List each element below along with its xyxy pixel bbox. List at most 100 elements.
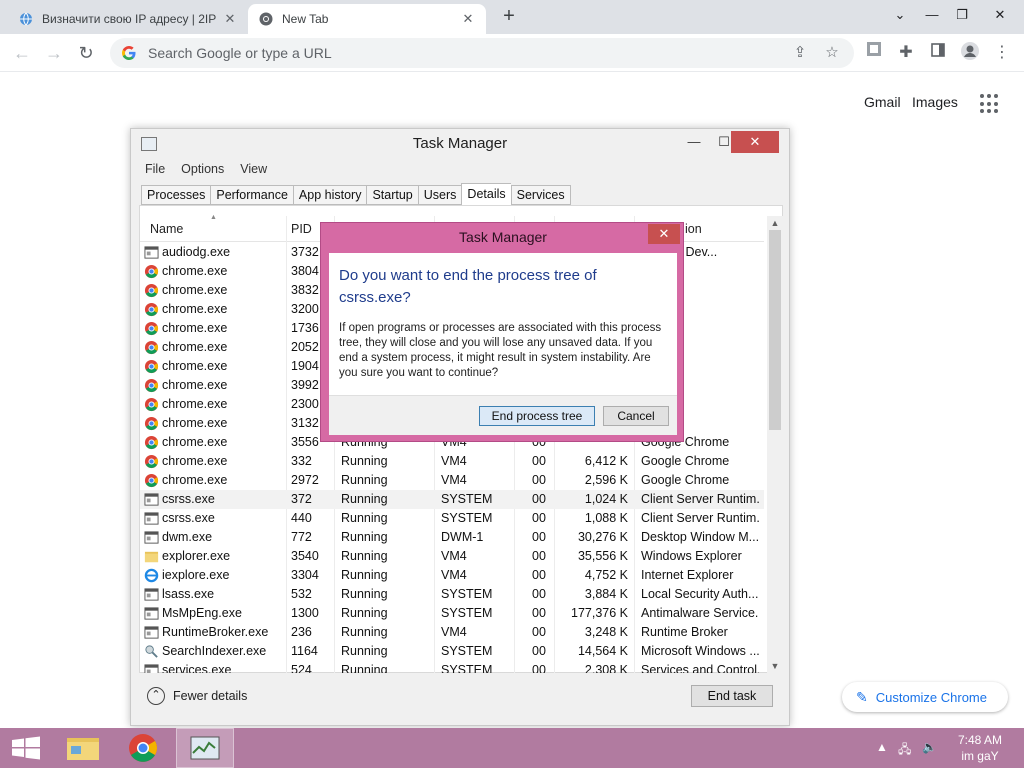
- tab-performance[interactable]: Performance: [210, 185, 293, 205]
- extension-icon[interactable]: [862, 41, 886, 65]
- volume-icon[interactable]: 🔈: [922, 740, 937, 754]
- table-row[interactable]: MsMpEng.exe 1300 Running SYSTEM 00 177,376 K A…: [140, 604, 764, 623]
- chrome-icon: [258, 11, 274, 27]
- process-memory: 2,596 K: [584, 473, 628, 487]
- process-name: chrome.exe: [162, 321, 228, 335]
- process-cpu: 00: [532, 625, 546, 639]
- kebab-menu-icon[interactable]: ⋮: [990, 41, 1014, 65]
- scroll-thumb[interactable]: [769, 230, 781, 430]
- minimize-button[interactable]: —: [918, 2, 946, 28]
- menu-file[interactable]: File: [145, 162, 165, 176]
- table-row[interactable]: lsass.exe 532 Running SYSTEM 00 3,884 K Local …: [140, 585, 764, 604]
- column-description[interactable]: ion: [685, 222, 702, 236]
- table-row[interactable]: dwm.exe 772 Running DWM-1 00 30,276 K Desktop …: [140, 528, 764, 547]
- application-icon: [144, 663, 159, 673]
- tab-details[interactable]: Details: [461, 183, 511, 205]
- table-row[interactable]: explorer.exe 3540 Running VM4 00 35,556 K Wind…: [140, 547, 764, 566]
- process-pid: 1904: [291, 359, 319, 373]
- file-explorer-taskbar-button[interactable]: [56, 728, 110, 768]
- apps-grid-icon[interactable]: [980, 94, 1000, 114]
- process-pid: 2300: [291, 397, 319, 411]
- chrome-icon: [144, 473, 159, 488]
- gmail-link[interactable]: Gmail: [864, 94, 901, 110]
- minimize-button[interactable]: —: [679, 131, 709, 153]
- column-name[interactable]: Name: [150, 222, 183, 236]
- task-manager-footer: ⌃ Fewer details End task: [131, 677, 789, 725]
- process-name: chrome.exe: [162, 454, 228, 468]
- close-icon[interactable]: ✕: [460, 11, 476, 27]
- table-row[interactable]: iexplore.exe 3304 Running VM4 00 4,752 K Inter…: [140, 566, 764, 585]
- end-process-tree-button[interactable]: End process tree: [479, 406, 595, 426]
- process-user: DWM-1: [441, 530, 484, 544]
- table-row[interactable]: RuntimeBroker.exe 236 Running VM4 00 3,248 K R…: [140, 623, 764, 642]
- restore-button[interactable]: ❐: [948, 2, 976, 28]
- fewer-details-button[interactable]: ⌃ Fewer details: [147, 687, 247, 705]
- close-button[interactable]: ✕: [731, 131, 779, 153]
- chrome-icon: [144, 283, 159, 298]
- column-pid[interactable]: PID: [291, 222, 312, 236]
- chrome-taskbar-button[interactable]: [116, 728, 170, 768]
- process-description: Windows Explorer: [641, 549, 742, 563]
- reload-icon[interactable]: ↻: [74, 41, 98, 65]
- search-indexer-icon: [144, 644, 159, 659]
- table-row[interactable]: SearchIndexer.exe 1164 Running SYSTEM 00 14,5…: [140, 642, 764, 661]
- process-pid: 3992: [291, 378, 319, 392]
- forward-arrow-icon[interactable]: →: [42, 41, 66, 65]
- table-row[interactable]: csrss.exe 372 Running SYSTEM 00 1,024 K Client…: [140, 490, 764, 509]
- tab-startup[interactable]: Startup: [366, 185, 418, 205]
- table-row[interactable]: chrome.exe 332 Running VM4 00 6,412 K Google C…: [140, 452, 764, 471]
- menu-options[interactable]: Options: [181, 162, 224, 176]
- taskbar-clock[interactable]: 7:48 AM im gaY: [950, 732, 1010, 764]
- close-window-button[interactable]: ✕: [986, 2, 1014, 28]
- process-pid: 3832: [291, 283, 319, 297]
- side-panel-icon[interactable]: [926, 41, 950, 65]
- process-pid: 1736: [291, 321, 319, 335]
- process-cpu: 00: [532, 549, 546, 563]
- table-row[interactable]: csrss.exe 440 Running SYSTEM 00 1,088 K Client…: [140, 509, 764, 528]
- end-task-button[interactable]: End task: [691, 685, 773, 707]
- process-name: csrss.exe: [162, 511, 215, 525]
- puzzle-icon[interactable]: ✚: [894, 41, 918, 65]
- close-icon[interactable]: ✕: [222, 11, 238, 27]
- chrome-icon: [129, 734, 157, 762]
- start-button[interactable]: [0, 728, 54, 768]
- omnibox[interactable]: ⇪ ☆: [110, 38, 854, 68]
- process-user: VM4: [441, 454, 467, 468]
- application-icon: [144, 492, 159, 507]
- new-tab-button[interactable]: +: [498, 5, 520, 27]
- task-manager-titlebar[interactable]: Task Manager — ☐ ✕: [131, 129, 789, 159]
- star-icon[interactable]: ☆: [820, 41, 844, 65]
- tab-services[interactable]: Services: [510, 185, 571, 205]
- tab-users[interactable]: Users: [417, 185, 462, 205]
- process-name: chrome.exe: [162, 302, 228, 316]
- menu-view[interactable]: View: [240, 162, 267, 176]
- tab-search-icon[interactable]: ⌄: [886, 2, 914, 28]
- process-name: MsMpEng.exe: [162, 606, 242, 620]
- tab-new-tab[interactable]: New Tab ✕: [248, 4, 486, 34]
- dialog-close-button[interactable]: ✕: [648, 224, 680, 244]
- images-link[interactable]: Images: [912, 94, 958, 110]
- task-manager-taskbar-button[interactable]: [176, 728, 234, 768]
- tab-2ip[interactable]: Визначити свою IP адресу | 2IP ✕: [8, 4, 248, 34]
- back-arrow-icon[interactable]: ←: [10, 41, 34, 65]
- customize-chrome-button[interactable]: ✎ Customize Chrome: [842, 682, 1008, 712]
- chrome-icon: [144, 435, 159, 450]
- fewer-details-label: Fewer details: [173, 689, 248, 703]
- scroll-down-icon[interactable]: ▼: [767, 659, 783, 673]
- profile-avatar-icon[interactable]: [958, 41, 982, 65]
- share-icon[interactable]: ⇪: [788, 41, 812, 65]
- dialog-question: Do you want to end the process tree of c…: [339, 267, 597, 306]
- vertical-scrollbar[interactable]: ▲ ▼: [767, 216, 783, 673]
- tab-processes[interactable]: Processes: [141, 185, 211, 205]
- tab-app-history[interactable]: App history: [292, 185, 367, 205]
- scroll-up-icon[interactable]: ▲: [767, 216, 783, 230]
- process-name: chrome.exe: [162, 340, 228, 354]
- show-hidden-icons-icon[interactable]: ▲: [876, 740, 888, 754]
- cancel-button[interactable]: Cancel: [603, 406, 669, 426]
- table-row[interactable]: chrome.exe 2972 Running VM4 00 2,596 K Google …: [140, 471, 764, 490]
- process-status: Running: [341, 473, 388, 487]
- network-icon[interactable]: 🖧: [898, 740, 911, 761]
- table-row[interactable]: services.exe 524 Running SYSTEM 00 2,308 K Ser…: [140, 661, 764, 673]
- search-input[interactable]: [148, 45, 780, 61]
- process-user: VM4: [441, 568, 467, 582]
